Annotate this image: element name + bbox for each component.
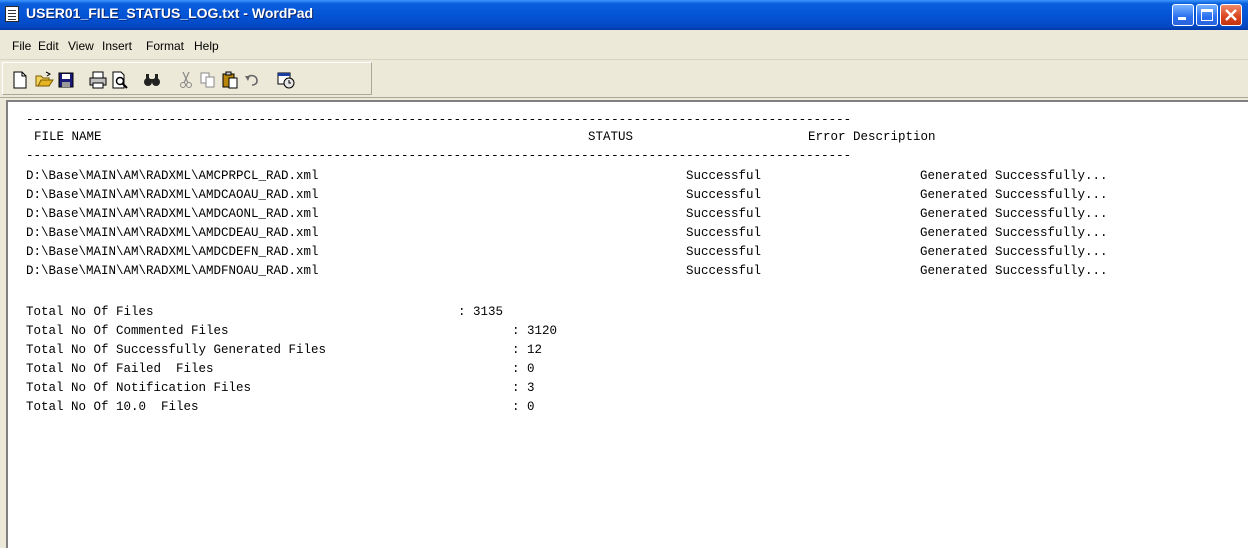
row-status: Successful (686, 207, 762, 221)
total-files-label: Total No Of Files (26, 305, 154, 319)
close-icon (1225, 9, 1237, 21)
menu-format[interactable]: Format (146, 39, 184, 53)
row-status: Successful (686, 188, 762, 202)
new-icon (13, 71, 27, 89)
header-error-description: Error Description (808, 130, 936, 144)
open-button[interactable] (34, 70, 54, 90)
minimize-button[interactable] (1172, 4, 1194, 26)
separator-bottom: ----------------------------------------… (26, 149, 852, 163)
row-description: Generated Successfully... (920, 245, 1108, 259)
row-file: D:\Base\MAIN\AM\RADXML\AMDCAOAU_RAD.xml (26, 188, 319, 202)
document-frame: ----------------------------------------… (0, 98, 1248, 548)
total-generated-value: : 12 (512, 343, 543, 357)
save-button[interactable] (56, 70, 76, 90)
menu-view[interactable]: View (68, 39, 94, 53)
total-failed-value: : 0 (512, 362, 535, 376)
total-generated-label: Total No Of Successfully Generated Files (26, 343, 327, 357)
open-icon (35, 71, 54, 87)
total-failed-label: Total No Of Failed Files (26, 362, 214, 376)
new-button[interactable] (10, 70, 30, 90)
save-icon (58, 72, 74, 88)
maximize-button[interactable] (1196, 4, 1218, 26)
row-file: D:\Base\MAIN\AM\RADXML\AMDCDEAU_RAD.xml (26, 226, 319, 240)
print-button[interactable] (88, 70, 108, 90)
row-status: Successful (686, 264, 762, 278)
row-description: Generated Successfully... (920, 226, 1108, 240)
undo-button[interactable] (242, 70, 262, 90)
document-editor[interactable]: ----------------------------------------… (6, 100, 1248, 548)
window-title: USER01_FILE_STATUS_LOG.txt - WordPad (26, 5, 314, 21)
print-preview-button[interactable] (110, 70, 130, 90)
print-preview-icon (112, 71, 128, 89)
row-file: D:\Base\MAIN\AM\RADXML\AMDFNOAU_RAD.xml (26, 264, 319, 278)
copy-button[interactable] (198, 70, 218, 90)
paste-icon (222, 71, 238, 89)
maximize-icon (1201, 9, 1213, 21)
find-icon (144, 74, 160, 86)
menu-insert[interactable]: Insert (102, 39, 132, 53)
find-button[interactable] (142, 70, 162, 90)
row-file: D:\Base\MAIN\AM\RADXML\AMCPRPCL_RAD.xml (26, 169, 319, 183)
date-time-button[interactable] (276, 70, 296, 90)
total-notification-label: Total No Of Notification Files (26, 381, 252, 395)
title-bar[interactable]: USER01_FILE_STATUS_LOG.txt - WordPad (0, 0, 1248, 30)
menu-edit[interactable]: Edit (38, 39, 59, 53)
row-description: Generated Successfully... (920, 207, 1108, 221)
wordpad-document-icon[interactable] (5, 6, 19, 22)
row-description: Generated Successfully... (920, 169, 1108, 183)
minimize-icon (1178, 17, 1186, 20)
row-status: Successful (686, 169, 762, 183)
paste-button[interactable] (220, 70, 240, 90)
header-status: STATUS (588, 130, 634, 144)
total-commented-value: : 3120 (512, 324, 558, 338)
undo-icon (245, 74, 258, 86)
header-file-name: FILE NAME (34, 130, 102, 144)
total-10-files-label: Total No Of 10.0 Files (26, 400, 199, 414)
row-status: Successful (686, 226, 762, 240)
row-status: Successful (686, 245, 762, 259)
row-description: Generated Successfully... (920, 264, 1108, 278)
menu-bar: File Edit View Insert Format Help (0, 30, 1248, 60)
cut-button[interactable] (176, 70, 196, 90)
copy-icon (200, 72, 215, 88)
toolbar (0, 60, 1248, 98)
print-icon (89, 71, 107, 89)
cut-icon (180, 71, 192, 88)
row-description: Generated Successfully... (920, 188, 1108, 202)
date-time-icon (277, 72, 295, 89)
menu-help[interactable]: Help (194, 39, 219, 53)
row-file: D:\Base\MAIN\AM\RADXML\AMDCAONL_RAD.xml (26, 207, 319, 221)
close-button[interactable] (1220, 4, 1242, 26)
row-file: D:\Base\MAIN\AM\RADXML\AMDCDEFN_RAD.xml (26, 245, 319, 259)
total-files-value: : 3135 (458, 305, 504, 319)
total-10-files-value: : 0 (512, 400, 535, 414)
total-commented-label: Total No Of Commented Files (26, 324, 229, 338)
total-notification-value: : 3 (512, 381, 535, 395)
separator-top: ----------------------------------------… (26, 113, 852, 127)
menu-file[interactable]: File (12, 39, 31, 53)
